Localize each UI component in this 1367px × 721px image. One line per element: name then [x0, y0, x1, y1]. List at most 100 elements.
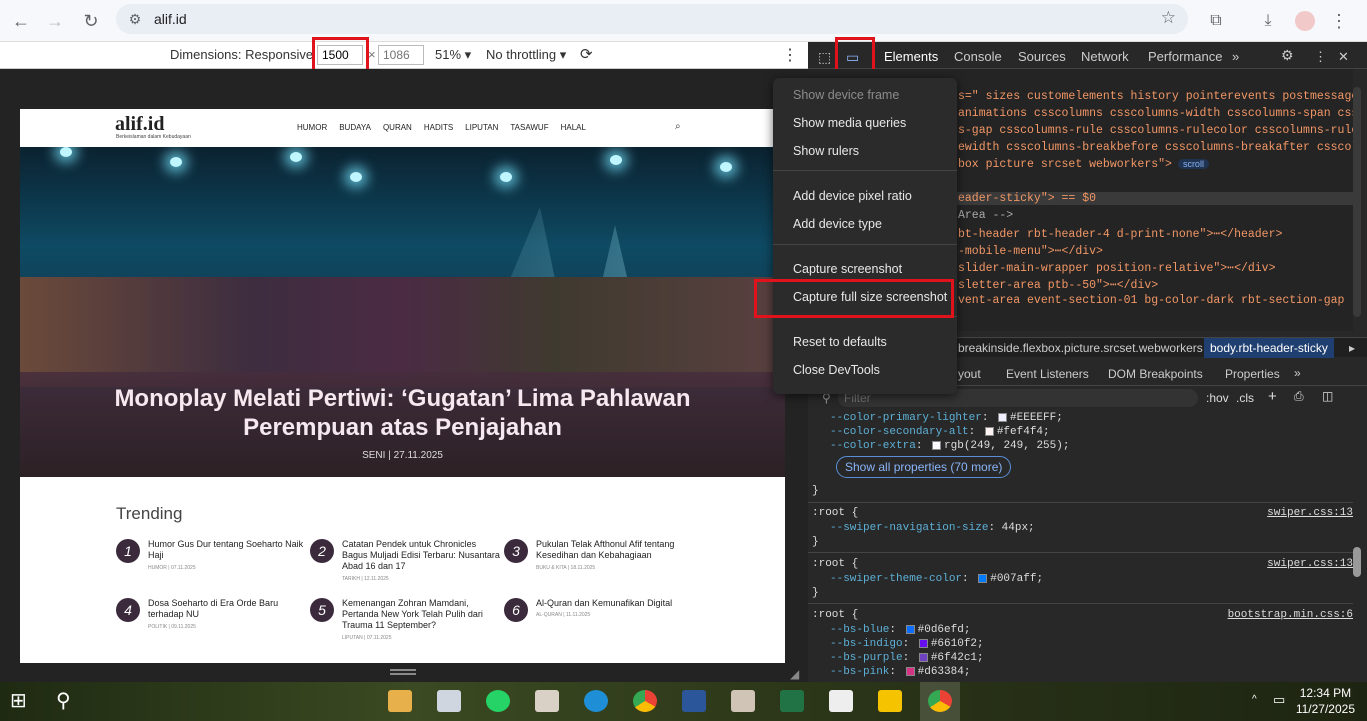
trending-item[interactable]: 2 Catatan Pendek untuk Chronicles Bagus …	[310, 539, 502, 582]
style-var-line[interactable]: --color-secondary-alt: #fef4f4;	[830, 426, 1050, 438]
element-state-icon[interactable]: ⎙	[1294, 389, 1304, 404]
corner-resize-icon[interactable]: ◢	[790, 667, 799, 681]
tab-layout[interactable]: yout	[958, 367, 981, 381]
hero-image[interactable]: Monoplay Melati Pertiwi: ‘Gugatan’ Lima …	[20, 147, 785, 477]
nav-budaya[interactable]: BUDAYA	[339, 123, 371, 132]
code-line[interactable]: animations csscolumns csscolumns-width c…	[958, 107, 1353, 120]
cls-toggle[interactable]: .cls	[1236, 391, 1254, 405]
hero-title[interactable]: Monoplay Melati Pertiwi: ‘Gugatan’ Lima …	[80, 384, 725, 442]
nav-hadits[interactable]: HADITS	[424, 123, 453, 132]
reload-button[interactable]: ↻	[78, 8, 104, 34]
style-var-line[interactable]: --bs-pink: #d63384;	[830, 666, 970, 678]
app-icon[interactable]	[878, 690, 902, 712]
tab-properties[interactable]: Properties	[1225, 367, 1280, 381]
style-var-line[interactable]: --color-primary-lighter: #EEEEFF;	[830, 412, 1063, 424]
extensions-icon[interactable]: ⧉	[1203, 8, 1229, 34]
toggle-device-toolbar-icon[interactable]: ▭	[846, 49, 859, 66]
dimensions-dropdown[interactable]: Dimensions: Responsive ▾	[170, 47, 323, 63]
windows-start-icon[interactable]: ⊞	[10, 690, 34, 712]
zoom-dropdown[interactable]: 51% ▾	[435, 47, 471, 63]
elements-scrollbar[interactable]	[1353, 87, 1361, 317]
style-var-line[interactable]: --bs-blue: #0d6efd;	[830, 624, 970, 636]
bookmark-star-icon[interactable]: ☆	[1161, 8, 1176, 28]
nav-liputan[interactable]: LIPUTAN	[465, 123, 498, 132]
breadcrumb-item-selected[interactable]: body.rbt-header-sticky	[1204, 338, 1334, 358]
color-swatch[interactable]	[918, 638, 928, 648]
rule-source-link[interactable]: swiper.css:13	[1267, 558, 1353, 570]
tab-dom-breakpoints[interactable]: DOM Breakpoints	[1108, 367, 1203, 381]
width-input[interactable]	[317, 45, 363, 65]
more-tabs-icon[interactable]: »	[1232, 49, 1239, 64]
computed-sidebar-icon[interactable]: ◫	[1322, 389, 1333, 403]
style-var-line[interactable]: --bs-indigo: #6610f2;	[830, 638, 984, 650]
tab-sources[interactable]: Sources	[1018, 49, 1066, 64]
excel-icon[interactable]	[780, 690, 804, 712]
rule-selector[interactable]: :root {	[812, 558, 858, 570]
security-shield-icon[interactable]	[829, 690, 853, 712]
forward-button[interactable]: →	[42, 8, 68, 34]
trending-title[interactable]: Kemenangan Zohran Mamdani, Pertanda New …	[342, 598, 502, 631]
profile-avatar[interactable]	[1292, 8, 1318, 34]
code-line[interactable]: slider-main-wrapper position-relative">⋯…	[958, 260, 1275, 275]
code-line[interactable]: sletter-area ptb--50">⋯</div>	[958, 277, 1158, 292]
word-icon[interactable]	[682, 690, 706, 712]
show-all-properties-button[interactable]: Show all properties (70 more)	[836, 456, 1012, 478]
code-line[interactable]: -mobile-menu">⋯</div>	[958, 243, 1103, 258]
menu-capture-screenshot[interactable]: Capture screenshot	[793, 262, 902, 276]
code-line[interactable]: Area -->	[958, 209, 1013, 222]
download-icon[interactable]: ⤓	[1255, 8, 1281, 34]
styles-scrollbar[interactable]	[1353, 547, 1361, 577]
trending-title[interactable]: Dosa Soeharto di Era Orde Baru terhadap …	[148, 598, 308, 620]
taskbar-search-icon[interactable]: ⚲	[56, 690, 80, 712]
code-line[interactable]: ewidth csscolumns-breakbefore csscolumns…	[958, 141, 1353, 154]
chrome-active-icon[interactable]	[928, 690, 952, 712]
trending-item[interactable]: 4 Dosa Soeharto di Era Orde Baru terhada…	[116, 598, 306, 638]
color-swatch[interactable]	[905, 624, 915, 634]
trending-item[interactable]: 3 Pukulan Telak Afthonul Afif tentang Ke…	[504, 539, 694, 579]
menu-add-device-type[interactable]: Add device type	[793, 217, 882, 231]
site-info-icon[interactable]: ⚙	[126, 10, 144, 28]
devtools-menu-icon[interactable]: ⋮	[1314, 49, 1327, 65]
network-icon[interactable]: ▭	[1273, 692, 1285, 708]
tab-event-listeners[interactable]: Event Listeners	[1006, 367, 1089, 381]
tab-elements[interactable]: Elements	[884, 49, 939, 71]
back-button[interactable]: ←	[8, 8, 34, 34]
trending-item[interactable]: 6 Al-Quran dan Kemunafikan Digital AL-QU…	[504, 598, 694, 638]
file-explorer-icon[interactable]	[388, 690, 412, 712]
color-swatch[interactable]	[998, 412, 1008, 422]
code-line[interactable]: bt-header rbt-header-4 d-print-none">⋯</…	[958, 226, 1282, 241]
scroll-badge[interactable]: scroll	[1177, 159, 1209, 169]
tab-performance[interactable]: Performance	[1148, 49, 1222, 64]
style-var-line[interactable]: --bs-purple: #6f42c1;	[830, 652, 984, 664]
color-swatch[interactable]	[918, 652, 928, 662]
viewport-resize-handle[interactable]	[390, 669, 416, 675]
style-var-line[interactable]: --swiper-navigation-size: 44px;	[830, 522, 1035, 534]
color-swatch[interactable]	[905, 666, 915, 676]
browser-menu-icon[interactable]: ⋮	[1326, 8, 1352, 34]
rule-selector[interactable]: :root {	[812, 507, 858, 519]
paint-icon[interactable]	[535, 690, 559, 712]
trending-title[interactable]: Pukulan Telak Afthonul Afif tentang Kese…	[536, 539, 696, 561]
trending-title[interactable]: Humor Gus Dur tentang Soeharto Naik Haji	[148, 539, 308, 561]
menu-capture-full-size-screenshot[interactable]: Capture full size screenshot	[793, 290, 947, 304]
add-style-rule-icon[interactable]: +	[1268, 388, 1277, 405]
trending-item[interactable]: 5 Kemenangan Zohran Mamdani, Pertanda Ne…	[310, 598, 502, 641]
site-logo[interactable]: alif.id	[115, 113, 164, 136]
close-devtools-icon[interactable]: ✕	[1338, 49, 1349, 65]
hov-toggle[interactable]: :hov	[1206, 391, 1229, 405]
menu-show-media-queries[interactable]: Show media queries	[793, 116, 906, 130]
style-var-line[interactable]: --swiper-theme-color: #007aff;	[830, 573, 1043, 585]
color-swatch[interactable]	[932, 440, 942, 450]
app-icon[interactable]	[731, 690, 755, 712]
rotate-icon[interactable]: ⟳	[580, 45, 593, 63]
nav-halal[interactable]: HALAL	[561, 123, 586, 132]
nav-humor[interactable]: HUMOR	[297, 123, 327, 132]
chrome-icon[interactable]	[633, 690, 657, 712]
trending-title[interactable]: Catatan Pendek untuk Chronicles Bagus Mu…	[342, 539, 502, 572]
edge-icon[interactable]	[584, 690, 608, 712]
nav-quran[interactable]: QURAN	[383, 123, 412, 132]
rule-source-link[interactable]: bootstrap.min.css:6	[1228, 609, 1353, 621]
whatsapp-icon[interactable]	[486, 690, 510, 712]
more-subtabs-icon[interactable]: »	[1294, 366, 1301, 380]
tab-console[interactable]: Console	[954, 49, 1002, 64]
